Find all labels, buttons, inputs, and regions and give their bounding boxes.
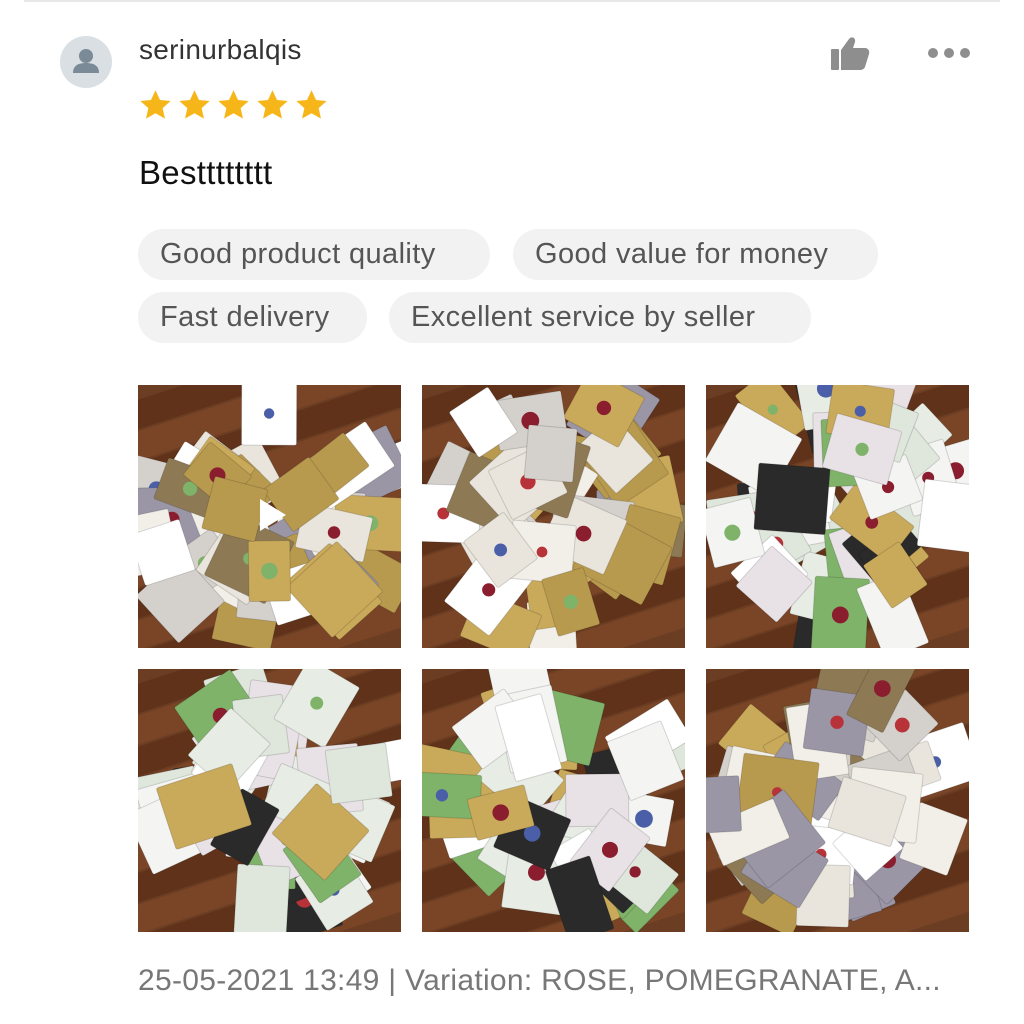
play-icon[interactable] bbox=[252, 495, 292, 535]
review-photo-thumbnail[interactable] bbox=[422, 669, 685, 932]
review-tag: Good value for money bbox=[513, 229, 878, 280]
photo-image bbox=[138, 669, 401, 932]
review-text: Bestttttttt bbox=[139, 154, 273, 191]
thumbs-up-icon[interactable] bbox=[829, 34, 871, 72]
review-tag: Excellent service by seller bbox=[389, 292, 811, 343]
star-icon bbox=[140, 90, 171, 119]
review-photo-thumbnail[interactable] bbox=[706, 669, 969, 932]
photo-image bbox=[422, 385, 685, 648]
review-photo-thumbnail[interactable] bbox=[422, 385, 685, 648]
photo-image bbox=[706, 385, 969, 648]
star-icon bbox=[257, 90, 288, 119]
more-dots-icon[interactable] bbox=[926, 44, 972, 62]
star-icon bbox=[218, 90, 249, 119]
star-icon bbox=[179, 90, 210, 119]
star-rating bbox=[138, 88, 329, 123]
review-video-thumbnail[interactable] bbox=[138, 385, 401, 648]
reviewer-username: serinurbalqis bbox=[139, 34, 302, 65]
review-meta: 25-05-2021 13:49 | Variation: ROSE, POME… bbox=[138, 964, 941, 997]
review-card: serinurbalqis Bestttttttt Good product q… bbox=[0, 0, 1024, 1024]
divider bbox=[24, 0, 1000, 2]
review-photo-thumbnail[interactable] bbox=[706, 385, 969, 648]
photo-image bbox=[422, 669, 685, 932]
star-icon bbox=[296, 90, 327, 119]
review-photo-thumbnail[interactable] bbox=[138, 669, 401, 932]
user-avatar-icon[interactable] bbox=[60, 36, 112, 88]
photo-image bbox=[706, 669, 969, 932]
review-tag: Good product quality bbox=[138, 229, 490, 280]
review-tag: Fast delivery bbox=[138, 292, 367, 343]
